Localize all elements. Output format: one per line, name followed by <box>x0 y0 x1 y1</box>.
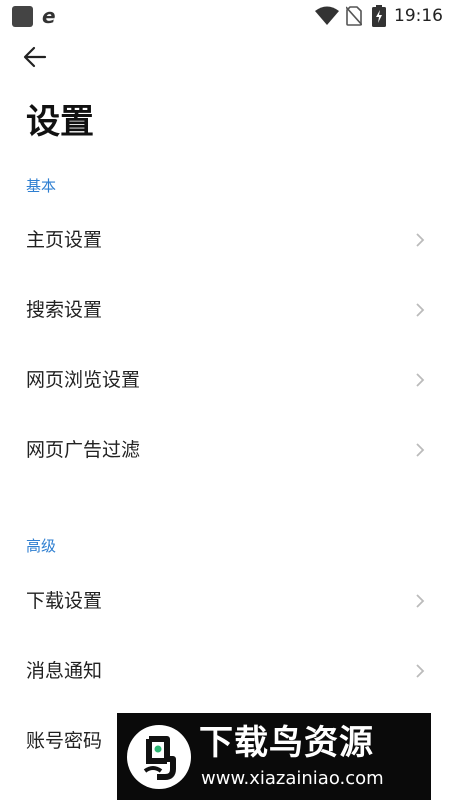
settings-item-download[interactable]: 下载设置 <box>0 566 450 636</box>
section-header-advanced: 高级 <box>26 537 57 555</box>
watermark-banner: 下载鸟资源 www.xiazainiao.com <box>117 713 431 800</box>
watermark-title: 下载鸟资源 <box>199 723 374 763</box>
bird-logo-icon <box>127 725 191 789</box>
arrow-left-icon <box>23 46 47 68</box>
no-sim-icon <box>346 6 362 26</box>
settings-item-label: 网页广告过滤 <box>26 439 141 461</box>
browser-e-icon: e <box>42 4 56 28</box>
bird-logo-glyph <box>143 736 176 780</box>
chevron-right-icon <box>416 373 425 387</box>
chevron-right-icon <box>416 233 425 247</box>
status-bar: e 19:16 <box>0 0 450 32</box>
settings-item-label: 网页浏览设置 <box>26 369 141 391</box>
settings-item-label: 搜索设置 <box>26 299 103 321</box>
settings-item-label: 主页设置 <box>26 229 103 251</box>
settings-item-browsing[interactable]: 网页浏览设置 <box>0 345 450 415</box>
wifi-icon <box>315 6 339 25</box>
back-button[interactable] <box>20 42 50 72</box>
chevron-right-icon <box>416 594 425 608</box>
settings-item-search[interactable]: 搜索设置 <box>0 275 450 345</box>
settings-item-notifications[interactable]: 消息通知 <box>0 636 450 706</box>
settings-item-label: 下载设置 <box>26 590 103 612</box>
chevron-right-icon <box>416 443 425 457</box>
watermark-url: www.xiazainiao.com <box>201 768 384 789</box>
page-title: 设置 <box>26 102 94 142</box>
section-header-basic: 基本 <box>26 177 57 195</box>
chevron-right-icon <box>416 664 425 678</box>
settings-item-label: 账号密码 <box>26 730 103 752</box>
settings-item-ad-filter[interactable]: 网页广告过滤 <box>0 415 450 485</box>
chevron-right-icon <box>416 303 425 317</box>
status-time: 19:16 <box>394 6 443 26</box>
settings-item-homepage[interactable]: 主页设置 <box>0 205 450 275</box>
settings-item-label: 消息通知 <box>26 660 103 682</box>
battery-charging-icon <box>372 5 386 27</box>
app-square-icon <box>12 6 33 27</box>
